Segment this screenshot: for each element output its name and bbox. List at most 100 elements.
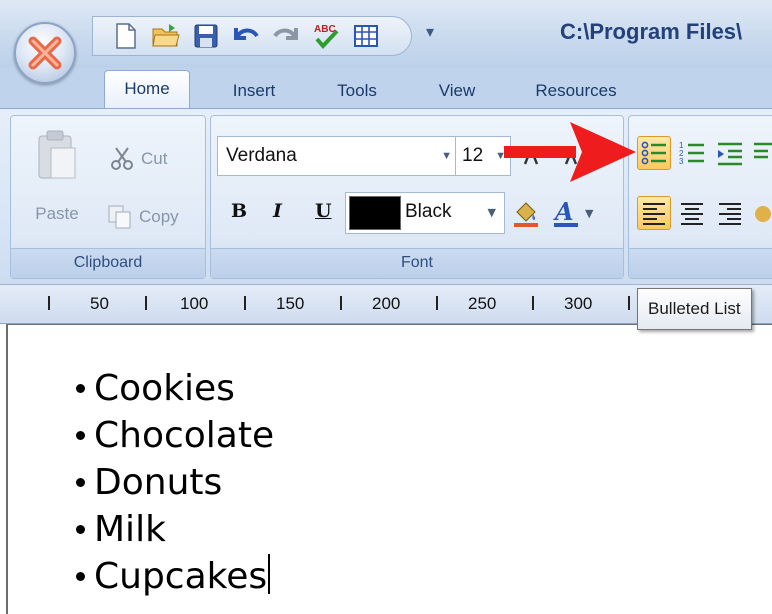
italic-button[interactable]: I <box>273 200 282 222</box>
list-item[interactable]: Donuts <box>76 459 274 506</box>
bulleted-list: Cookies Chocolate Donuts Milk Cupcakes <box>76 365 274 600</box>
customize-toolbar-dropdown[interactable]: ▾ <box>426 22 434 41</box>
cut-button[interactable]: Cut <box>109 146 167 172</box>
paint-bucket-icon <box>514 202 538 227</box>
paragraph-group: 1 2 3 <box>628 115 772 279</box>
text-color-button[interactable]: A ▼ <box>551 198 593 228</box>
align-center-icon <box>681 203 703 225</box>
list-item-text: Milk <box>94 509 166 550</box>
spellcheck-icon[interactable]: ABC <box>311 21 341 51</box>
align-right-button[interactable] <box>713 196 747 230</box>
ribbon: Paste Cut Copy Clipboard Verdana ▼ 12 ▼ … <box>0 108 772 284</box>
align-center-button[interactable] <box>675 196 709 230</box>
close-x-logo-icon <box>28 36 62 70</box>
bullet-icon <box>76 524 85 534</box>
ruler-label: 150 <box>276 294 305 313</box>
bullet-icon <box>76 571 85 581</box>
red-arrow-annotation <box>504 122 636 182</box>
ruler-label: 300 <box>564 294 593 313</box>
text-caret <box>268 554 271 594</box>
ribbon-tab-bar: Home Insert Tools View Resources <box>0 68 772 108</box>
title-bar: ABC ▾ C:\Program Files\ <box>0 0 772 68</box>
outdent-icon <box>754 142 772 159</box>
ruler-tick <box>436 296 438 310</box>
bulleted-list-tooltip: Bulleted List <box>637 288 752 330</box>
ruler-tick <box>628 296 630 310</box>
font-color-name: Black <box>405 201 452 222</box>
font-color-a-icon: A <box>553 198 578 227</box>
paragraph-group-label <box>629 248 772 278</box>
save-icon[interactable] <box>191 21 221 51</box>
new-document-icon[interactable] <box>111 21 141 51</box>
quick-access-toolbar: ABC <box>92 16 412 56</box>
font-group-label: Font <box>211 248 623 278</box>
chevron-down-icon[interactable]: ▼ <box>488 206 496 219</box>
bullet-icon <box>76 477 85 487</box>
ruler-tick <box>340 296 342 310</box>
open-folder-icon[interactable] <box>151 21 181 51</box>
font-family-value: Verdana <box>226 145 297 166</box>
list-item-text: Cupcakes <box>94 556 268 597</box>
highlight-color-button[interactable] <box>511 198 541 232</box>
copy-icon <box>108 205 131 229</box>
paint-icon <box>755 206 771 222</box>
chevron-down-icon[interactable]: ▼ <box>441 150 452 162</box>
font-color-swatch <box>349 196 401 230</box>
ruler-tick <box>244 296 246 310</box>
list-item[interactable]: Cupcakes <box>76 553 274 600</box>
copy-button[interactable]: Copy <box>107 204 179 230</box>
ruler-tick <box>48 296 50 310</box>
clipboard-group-label: Clipboard <box>11 248 205 278</box>
tab-tools[interactable]: Tools <box>322 76 392 108</box>
clipboard-group: Paste Cut Copy Clipboard <box>10 115 206 279</box>
tab-view[interactable]: View <box>424 76 490 108</box>
window-title: C:\Program Files\ <box>560 19 743 44</box>
redo-icon[interactable] <box>271 21 301 51</box>
ruler-label: 200 <box>372 294 401 313</box>
bold-button[interactable]: B <box>231 200 247 222</box>
cut-label: Cut <box>141 149 168 168</box>
align-left-icon <box>643 203 665 225</box>
svg-text:A: A <box>553 198 574 226</box>
list-item-text: Cookies <box>94 368 235 409</box>
list-item-text: Donuts <box>94 462 223 503</box>
indent-icon <box>718 142 742 166</box>
svg-text:3: 3 <box>679 157 684 166</box>
document-editor[interactable]: Cookies Chocolate Donuts Milk Cupcakes <box>6 324 772 614</box>
scissors-icon <box>111 147 133 170</box>
list-item[interactable]: Milk <box>76 506 274 553</box>
application-menu-button[interactable] <box>14 22 76 84</box>
paste-icon <box>38 130 76 179</box>
list-item[interactable]: Cookies <box>76 365 274 412</box>
font-size-value: 12 <box>462 145 484 166</box>
bullet-icon <box>76 430 85 440</box>
ruler-label: 250 <box>468 294 497 313</box>
align-left-button[interactable] <box>637 196 671 230</box>
insert-table-icon[interactable] <box>351 21 381 51</box>
paste-button[interactable]: Paste <box>29 128 85 224</box>
ruler-label: 50 <box>90 294 109 313</box>
paragraph-format-button[interactable] <box>749 196 772 230</box>
tab-home[interactable]: Home <box>104 70 190 108</box>
copy-label: Copy <box>139 207 179 226</box>
numbered-list-button[interactable]: 1 2 3 <box>675 136 709 170</box>
indent-button[interactable] <box>713 136 747 170</box>
ruler-tick <box>145 296 147 310</box>
bullet-icon <box>76 383 85 393</box>
tab-insert[interactable]: Insert <box>214 76 294 108</box>
ruler-label: 100 <box>180 294 209 313</box>
list-item-text: Chocolate <box>94 415 275 456</box>
numbered-list-icon: 1 2 3 <box>679 141 704 166</box>
list-item[interactable]: Chocolate <box>76 412 274 459</box>
undo-icon[interactable] <box>231 21 261 51</box>
paste-label: Paste <box>35 204 79 223</box>
align-right-icon <box>719 203 741 225</box>
outdent-button[interactable] <box>749 136 772 170</box>
underline-button[interactable]: U <box>315 200 332 222</box>
tab-resources[interactable]: Resources <box>516 76 636 108</box>
bulleted-list-button[interactable] <box>637 136 671 170</box>
ruler-tick <box>532 296 534 310</box>
chevron-down-icon[interactable]: ▼ <box>585 207 593 220</box>
font-family-combo[interactable]: Verdana ▼ <box>217 136 461 176</box>
bulleted-list-icon <box>641 141 666 165</box>
